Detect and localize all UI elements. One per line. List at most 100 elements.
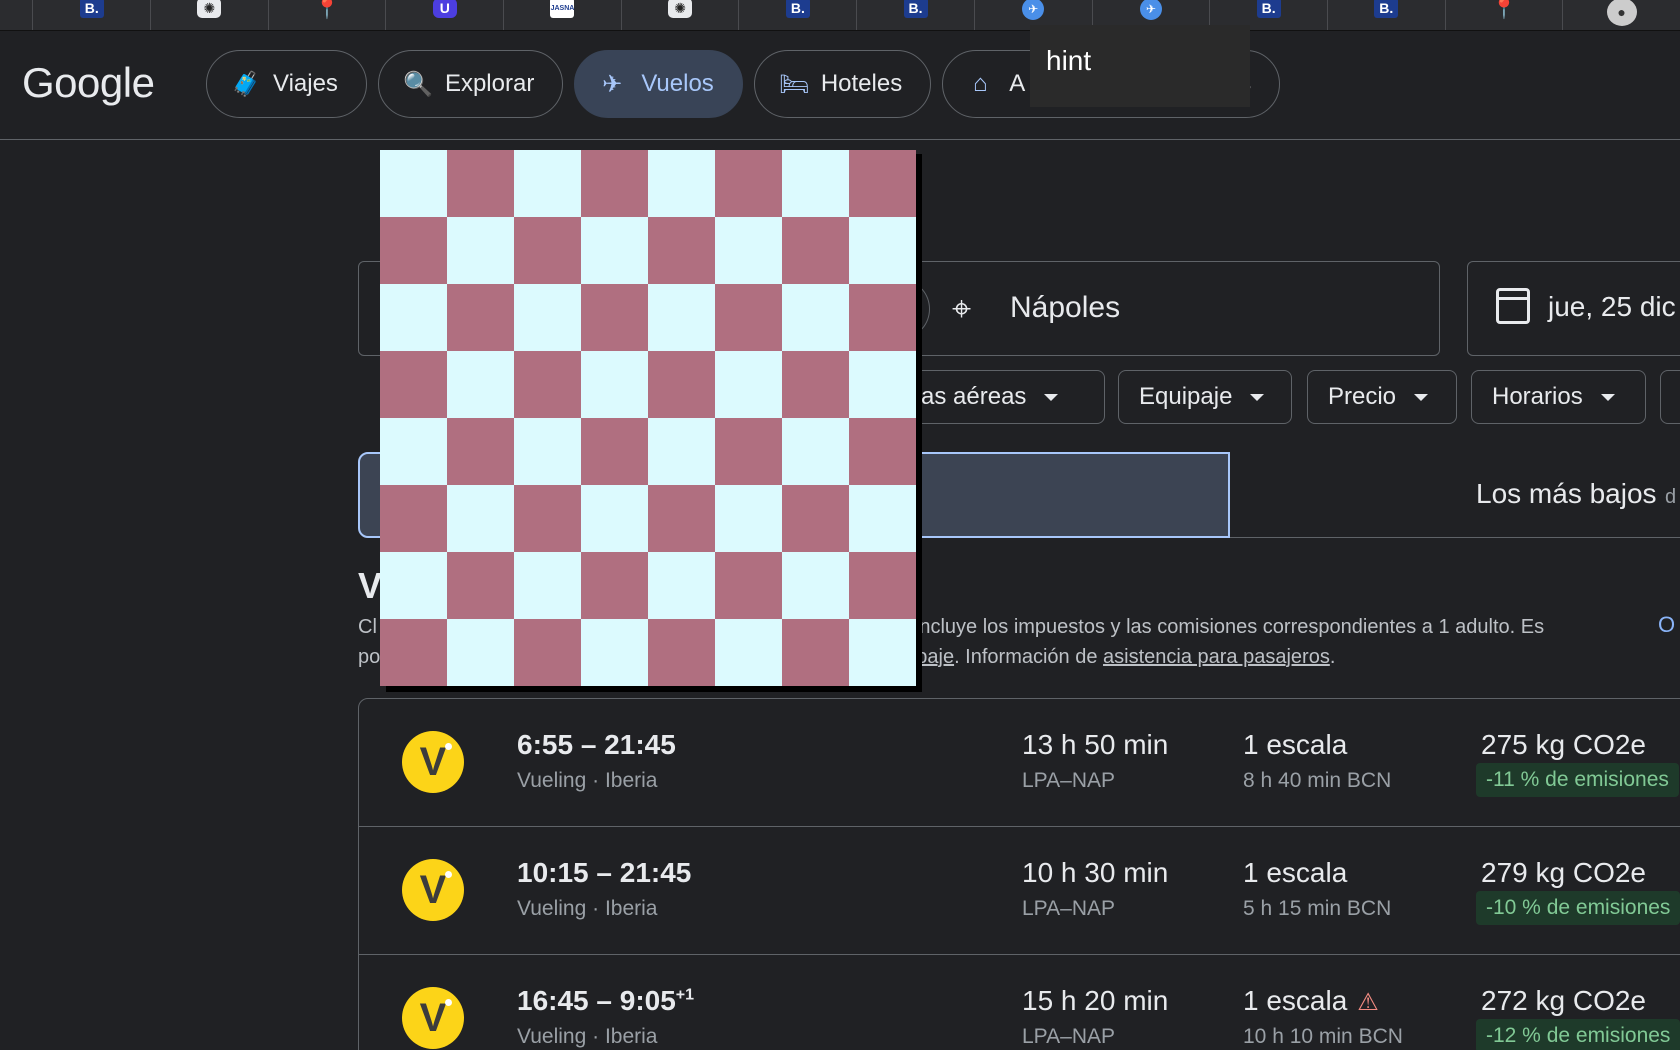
checker-square bbox=[514, 351, 581, 418]
plane-icon: ✈ bbox=[1139, 0, 1162, 20]
flight-times: 10:15 – 21:45 bbox=[517, 857, 691, 889]
flight-icon: ✈ bbox=[602, 70, 623, 98]
nav-chip-viajes[interactable]: 🧳 Viajes bbox=[206, 50, 367, 118]
checker-square bbox=[447, 485, 514, 552]
browser-tab[interactable]: B. bbox=[856, 0, 974, 30]
browser-tab[interactable]: B. bbox=[738, 0, 856, 30]
vueling-logo-icon: V bbox=[402, 859, 464, 921]
tab-tooltip: hint bbox=[1030, 25, 1250, 107]
sort-tab-lowest[interactable]: Los más bajos bbox=[1476, 478, 1657, 510]
checker-square bbox=[514, 619, 581, 686]
google-logo[interactable]: Google bbox=[22, 59, 155, 107]
checker-square bbox=[648, 619, 715, 686]
checker-square bbox=[514, 150, 581, 217]
results-title: V bbox=[358, 565, 383, 606]
flight-row[interactable]: V 6:55 – 21:45 Vueling · Iberia 13 h 50 min… bbox=[359, 699, 1680, 827]
nav-chip-label: Explorar bbox=[444, 70, 535, 97]
filter-more[interactable] bbox=[1660, 370, 1680, 424]
nav-chip-label: Viajes bbox=[273, 70, 338, 97]
checker-square bbox=[715, 217, 782, 284]
notice-text-1: incluye los impuestos y las comisiones c… bbox=[914, 616, 1545, 638]
browser-tab[interactable]: 📍 bbox=[267, 0, 386, 30]
flight-emissions: 272 kg CO2e bbox=[1481, 985, 1646, 1016]
nav-chip-vuelos[interactable]: ✈ Vuelos bbox=[574, 50, 743, 118]
checker-square bbox=[514, 418, 581, 485]
flight-row[interactable]: V 16:45 – 9:05+1 Vueling · Iberia 15 h 20 m… bbox=[359, 955, 1680, 1050]
chevron-down-icon bbox=[1414, 393, 1429, 401]
checker-square bbox=[715, 150, 782, 217]
filter-price[interactable]: Precio bbox=[1307, 370, 1457, 424]
checker-square bbox=[782, 418, 849, 485]
checker-square bbox=[380, 485, 447, 552]
checkerboard-overlay bbox=[380, 150, 916, 686]
flight-stops-value: 1 escala bbox=[1243, 857, 1348, 888]
checker-square bbox=[849, 485, 916, 552]
browser-tab-strip: B. ✺ 📍 U JASNA ✺ B. B. ✈ ✈ B. B. 📍 ● bbox=[0, 0, 1680, 31]
booking-icon: B. bbox=[79, 0, 104, 18]
plane-icon: ✈ bbox=[1022, 0, 1045, 20]
browser-tab[interactable]: 📍 bbox=[1444, 0, 1563, 30]
emissions-badge: -11 % de emisiones bbox=[1476, 763, 1679, 797]
browser-tab[interactable]: B. bbox=[1326, 0, 1445, 30]
passenger-assistance-link[interactable]: asistencia para pasajeros bbox=[1103, 646, 1330, 668]
browser-tab[interactable] bbox=[0, 0, 32, 30]
flight-route: LPA–NAP bbox=[1022, 897, 1115, 920]
nav-chip-explorar[interactable]: 🔍 Explorar bbox=[377, 50, 564, 118]
checker-square bbox=[648, 284, 715, 351]
checker-square bbox=[380, 351, 447, 418]
flight-stops: 1 escala ⚠ bbox=[1243, 985, 1379, 1017]
openai-icon: ✺ bbox=[668, 0, 693, 18]
browser-tab[interactable]: JASNA bbox=[503, 0, 621, 30]
booking-icon: B. bbox=[903, 0, 928, 18]
browser-tab[interactable]: B. bbox=[32, 0, 150, 30]
nav-chip-label: A bbox=[1009, 70, 1026, 97]
top-header: Google 🧳 Viajes 🔍 Explorar ✈ Vuelos 🛏 Hoteles ⌂ A… bbox=[0, 31, 1680, 140]
filter-baggage[interactable]: Equipaje bbox=[1118, 370, 1292, 424]
checker-square bbox=[715, 418, 782, 485]
flight-emissions: 279 kg CO2e bbox=[1481, 857, 1646, 888]
browser-tab[interactable]: ✺ bbox=[150, 0, 268, 30]
checker-square bbox=[380, 418, 447, 485]
flight-results-list: V 6:55 – 21:45 Vueling · Iberia 13 h 50 min… bbox=[358, 698, 1680, 1050]
filter-baggage-label: Equipaje bbox=[1139, 383, 1233, 410]
flight-times-value: 16:45 – 9:05 bbox=[517, 985, 676, 1016]
luggage-icon: 🧳 bbox=[231, 70, 261, 98]
departure-date-value: jue, 25 dic bbox=[1548, 291, 1676, 322]
chevron-down-icon bbox=[1044, 393, 1059, 401]
checker-square bbox=[648, 351, 715, 418]
flight-carriers: Vueling · Iberia bbox=[517, 897, 658, 920]
checker-square bbox=[447, 150, 514, 217]
home-icon: ⌂ bbox=[972, 70, 988, 97]
other-link[interactable]: O bbox=[1658, 612, 1675, 638]
flight-times: 16:45 – 9:05+1 bbox=[517, 985, 694, 1017]
flight-row[interactable]: V 10:15 – 21:45 Vueling · Iberia 10 h 30 mi… bbox=[359, 827, 1680, 955]
hotel-icon: 🛏 bbox=[778, 70, 810, 98]
browser-tab[interactable]: ✺ bbox=[620, 0, 739, 30]
flight-carriers: Vueling · Iberia bbox=[517, 1025, 658, 1048]
day-offset: +1 bbox=[675, 986, 695, 1004]
notice-prefix-2: po bbox=[358, 646, 381, 668]
flight-stops-value: 1 escala bbox=[1243, 985, 1348, 1016]
browser-tab[interactable]: ● bbox=[1562, 0, 1680, 30]
checker-square bbox=[849, 619, 916, 686]
nav-chip-hoteles[interactable]: 🛏 Hoteles bbox=[753, 50, 932, 118]
checker-square bbox=[715, 619, 782, 686]
browser-tab[interactable]: U bbox=[385, 0, 503, 30]
checker-square bbox=[849, 552, 916, 619]
vueling-logo-icon: V bbox=[402, 987, 464, 1049]
checker-square bbox=[849, 418, 916, 485]
github-icon: ● bbox=[1606, 0, 1637, 26]
checker-square bbox=[715, 552, 782, 619]
sort-tabs-divider bbox=[1230, 537, 1680, 538]
flight-stops: 1 escala bbox=[1243, 729, 1347, 761]
openai-icon: ✺ bbox=[197, 0, 222, 18]
filter-price-label: Precio bbox=[1328, 383, 1397, 410]
flight-stop-detail: 5 h 15 min BCN bbox=[1243, 897, 1392, 920]
checker-square bbox=[648, 485, 715, 552]
checker-square bbox=[849, 150, 916, 217]
filter-times[interactable]: Horarios bbox=[1471, 370, 1646, 424]
checker-square bbox=[380, 619, 447, 686]
ux-icon: U bbox=[432, 0, 457, 18]
flight-times-value: 6:55 – 21:45 bbox=[517, 729, 676, 760]
destination-value: Nápoles bbox=[1010, 291, 1121, 324]
